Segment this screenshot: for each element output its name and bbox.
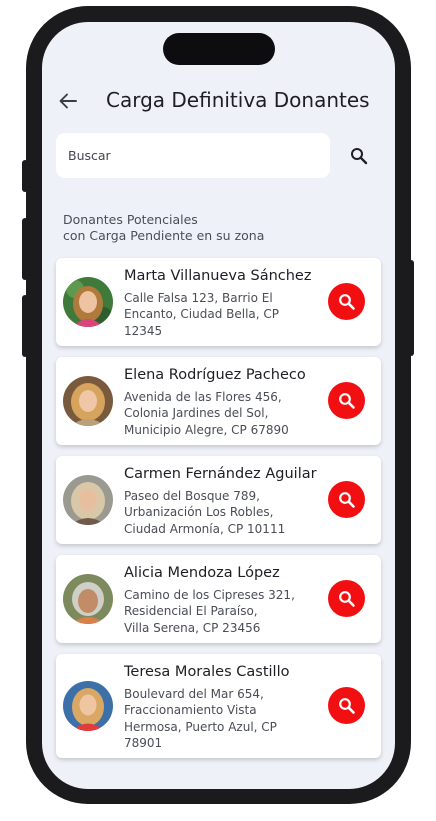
view-donor-button[interactable]: [328, 382, 365, 419]
page-title: Carga Definitiva Donantes: [106, 88, 370, 112]
donor-name: Carmen Fernández Aguilar: [124, 466, 317, 482]
donor-address: Boulevard del Mar 654, Fraccionamiento V…: [124, 687, 277, 750]
view-donor-button[interactable]: [328, 283, 365, 320]
donor-card[interactable]: Carmen Fernández Aguilar Paseo del Bosqu…: [56, 456, 381, 544]
donor-address: Avenida de las Flores 456, Colonia Jardi…: [124, 390, 289, 437]
app-screen: Carga Definitiva Donantes Donantes Poten…: [42, 22, 395, 789]
donor-address: Paseo del Bosque 789, Urbanización Los R…: [124, 489, 286, 536]
search-input[interactable]: [66, 147, 320, 164]
arrow-left-icon: [59, 93, 77, 109]
donor-name: Marta Villanueva Sánchez: [124, 268, 312, 284]
donor-address: Calle Falsa 123, Barrio El Encanto, Ciud…: [124, 291, 280, 338]
view-donor-button[interactable]: [328, 580, 365, 617]
search-icon: [338, 697, 355, 714]
avatar: [63, 277, 113, 327]
search-icon: [338, 392, 355, 409]
donor-card[interactable]: Alicia Mendoza López Camino de los Cipre…: [56, 555, 381, 643]
section-heading-line1: Donantes Potenciales: [63, 212, 198, 227]
donor-name: Alicia Mendoza López: [124, 565, 280, 581]
search-icon: [338, 293, 355, 310]
search-icon: [338, 491, 355, 508]
donor-card[interactable]: Teresa Morales Castillo Boulevard del Ma…: [56, 654, 381, 758]
section-heading-line2: con Carga Pendiente en su zona: [63, 228, 265, 243]
search-icon: [338, 590, 355, 607]
donor-card[interactable]: Marta Villanueva Sánchez Calle Falsa 123…: [56, 258, 381, 346]
avatar: [63, 681, 113, 731]
view-donor-button[interactable]: [328, 481, 365, 518]
donor-address: Camino de los Cipreses 321, Residencial …: [124, 588, 295, 635]
search-field[interactable]: [56, 133, 330, 178]
back-button[interactable]: [57, 92, 79, 110]
view-donor-button[interactable]: [328, 687, 365, 724]
avatar: [63, 376, 113, 426]
dynamic-island: [163, 33, 275, 65]
donor-name: Elena Rodríguez Pacheco: [124, 367, 306, 383]
donor-name: Teresa Morales Castillo: [124, 664, 290, 680]
search-icon: [351, 148, 368, 165]
avatar: [63, 574, 113, 624]
donor-card[interactable]: Elena Rodríguez Pacheco Avenida de las F…: [56, 357, 381, 445]
search-button[interactable]: [347, 144, 371, 168]
avatar: [63, 475, 113, 525]
